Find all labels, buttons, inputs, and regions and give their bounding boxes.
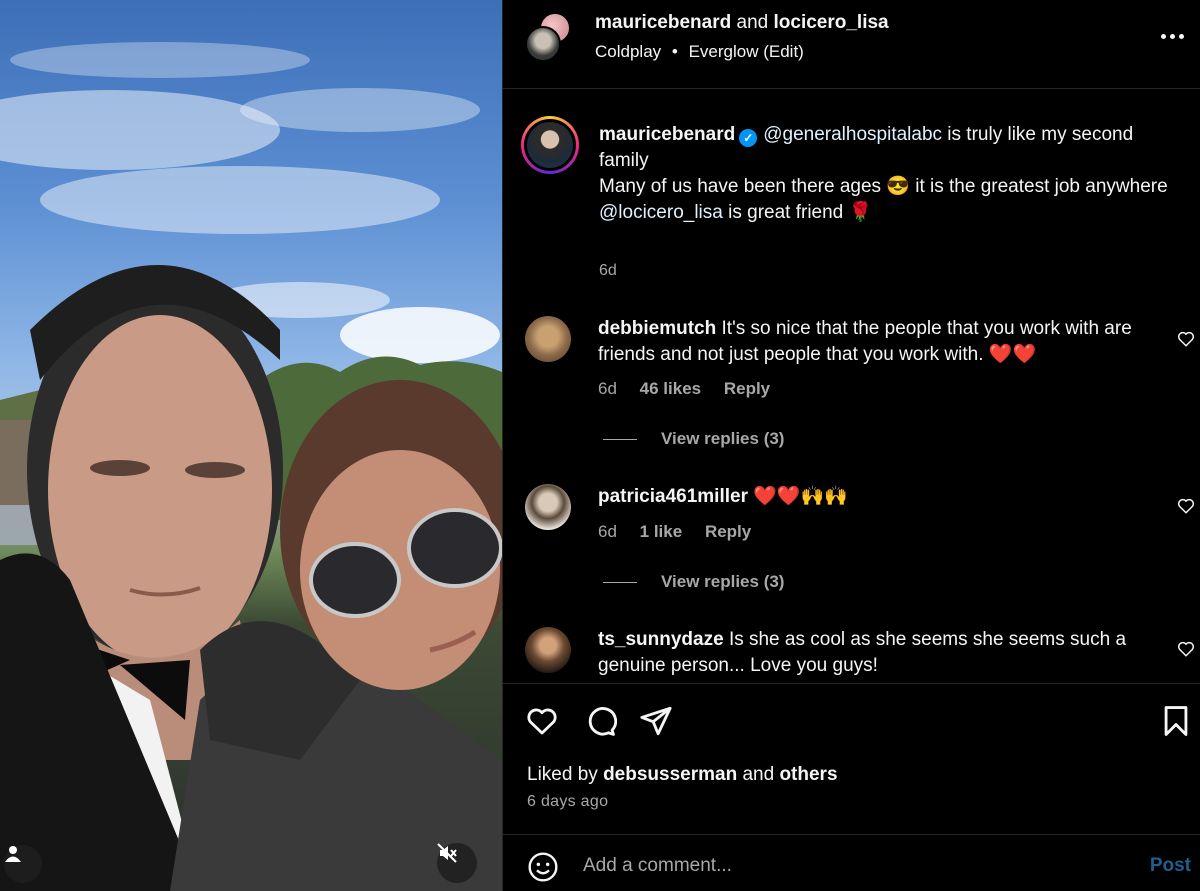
post-authors: mauricebenard and locicero_lisa: [595, 12, 889, 34]
post-timestamp[interactable]: 6 days ago: [527, 793, 608, 811]
more-icon[interactable]: [1161, 28, 1187, 44]
collab-avatars[interactable]: [525, 12, 575, 64]
caption-username[interactable]: mauricebenard: [599, 124, 735, 145]
avatar[interactable]: [525, 484, 571, 530]
reply-button[interactable]: Reply: [724, 379, 770, 398]
caption-text: mauricebenard ✓ @generalhospitalabc is tru…: [599, 122, 1184, 226]
divider: [603, 438, 637, 440]
heart-icon[interactable]: [1177, 330, 1195, 348]
comment-text: ts_sunnydaze Is she as cool as she seems…: [598, 627, 1158, 679]
mention-link[interactable]: @generalhospitalabc: [763, 124, 942, 145]
comment-username[interactable]: ts_sunnydaze: [598, 629, 724, 650]
audio-song[interactable]: Everglow (Edit): [689, 42, 804, 61]
liked-by: Liked by debsusserman and others: [527, 764, 838, 786]
comment-body: ❤️❤️🙌🙌: [753, 486, 848, 507]
selfie-photo: [0, 42, 502, 891]
heart-icon[interactable]: [1177, 640, 1195, 658]
author-link[interactable]: locicero_lisa: [774, 12, 889, 33]
liked-prefix: Liked by: [527, 764, 598, 785]
heart-icon[interactable]: [1177, 497, 1195, 515]
caption-line: Many of us have been there ages 😎 it is …: [599, 176, 1168, 197]
caption-line: is great friend 🌹: [722, 202, 873, 223]
avatar[interactable]: [524, 119, 576, 171]
comment-time: 6d: [598, 379, 617, 398]
reply-button[interactable]: Reply: [705, 522, 751, 541]
user-icon: [5, 846, 21, 862]
liked-and: and: [742, 764, 775, 785]
comment-likes[interactable]: 46 likes: [640, 379, 701, 398]
avatar[interactable]: [525, 316, 571, 362]
comment-username[interactable]: debbiemutch: [598, 318, 716, 339]
bookmark-icon[interactable]: [1159, 704, 1193, 738]
view-replies-button[interactable]: View replies (3): [603, 572, 784, 592]
comment-input[interactable]: [583, 851, 1103, 881]
avatar[interactable]: [525, 26, 561, 62]
comments-list[interactable]: mauricebenard ✓ @generalhospitalabc is tru…: [503, 90, 1200, 682]
mention-link[interactable]: @locicero_lisa: [599, 202, 723, 223]
author-link[interactable]: mauricebenard: [595, 12, 731, 33]
comment-meta: 6d 46 likes Reply: [598, 379, 788, 399]
comment-username[interactable]: patricia461miller: [598, 486, 748, 507]
more-dot: [1170, 33, 1175, 39]
view-replies-button[interactable]: View replies (3): [603, 429, 784, 449]
comment-text: patricia461miller ❤️❤️🙌🙌: [598, 484, 1158, 510]
mute-icon: [437, 843, 457, 863]
view-replies-label: View replies (3): [661, 572, 785, 591]
comment-meta: 6d 1 like Reply: [598, 522, 769, 542]
audio-artist[interactable]: Coldplay: [595, 42, 661, 61]
more-dot: [1179, 33, 1184, 39]
view-replies-label: View replies (3): [661, 429, 785, 448]
more-dot: [1161, 33, 1166, 39]
liked-user-link[interactable]: debsusserman: [603, 764, 737, 785]
avatar[interactable]: [525, 627, 571, 673]
verified-badge-icon: ✓: [739, 129, 758, 147]
heart-icon[interactable]: [525, 704, 559, 738]
author-connector: and: [736, 12, 769, 33]
audio-info: Coldplay • Everglow (Edit): [595, 42, 804, 62]
post-comment-button[interactable]: Post: [1150, 855, 1191, 877]
comment-likes[interactable]: 1 like: [640, 522, 683, 541]
caption-time: 6d: [599, 262, 617, 279]
mute-button[interactable]: [437, 843, 477, 883]
post-panel: mauricebenard and locicero_lisa Coldplay…: [502, 0, 1200, 891]
liked-others-link[interactable]: others: [779, 764, 837, 785]
comment-time: 6d: [598, 522, 617, 541]
post-header: mauricebenard and locicero_lisa Coldplay…: [503, 0, 1200, 89]
add-comment-bar: Post: [503, 834, 1200, 891]
audio-separator: •: [671, 42, 678, 61]
divider: [603, 581, 637, 583]
send-icon[interactable]: [639, 704, 673, 738]
comment-text: debbiemutch It's so nice that the people…: [598, 316, 1158, 368]
post-actions: Liked by debsusserman and others 6 days …: [503, 683, 1200, 833]
post-media[interactable]: [0, 0, 502, 891]
emoji-icon[interactable]: [527, 851, 559, 883]
tagged-users-button[interactable]: [4, 845, 42, 883]
comment-icon[interactable]: [583, 704, 617, 738]
story-ring[interactable]: [521, 116, 579, 174]
